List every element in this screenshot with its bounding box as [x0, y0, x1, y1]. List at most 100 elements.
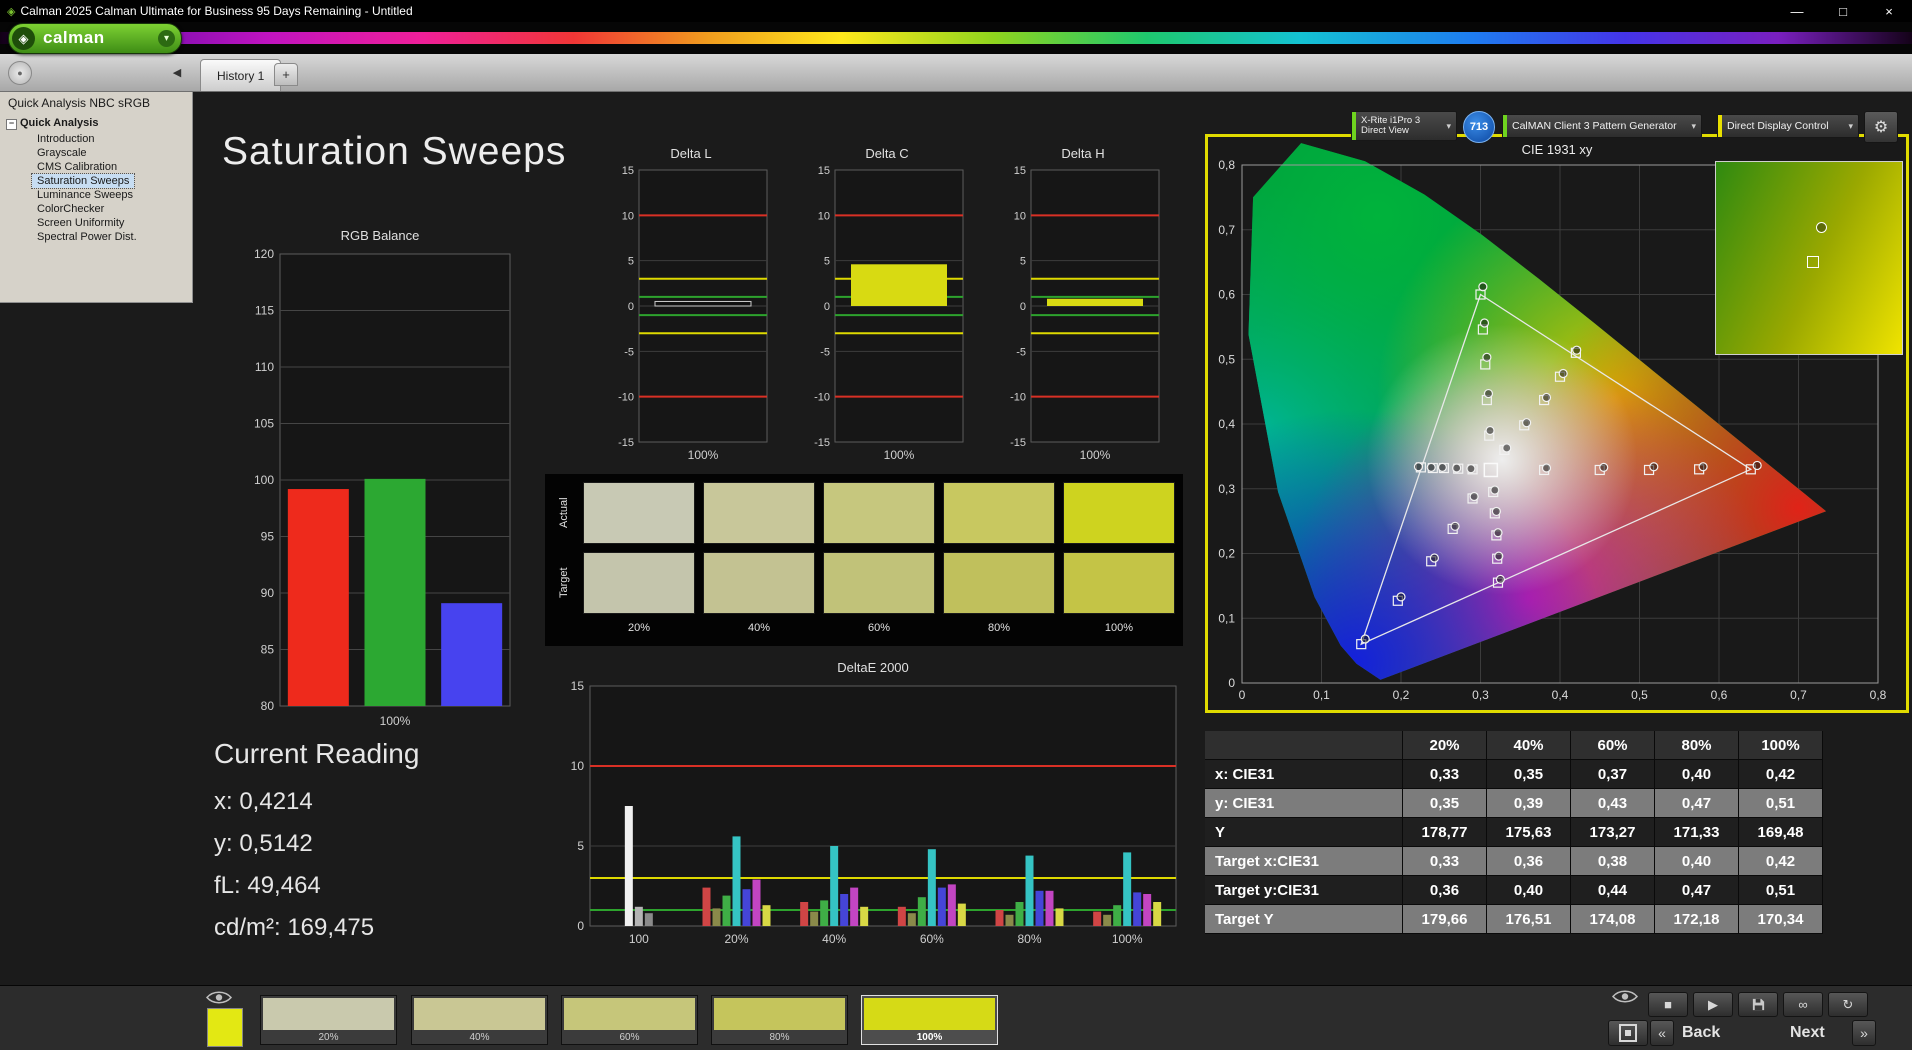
table-value-cell: 178,77	[1403, 818, 1487, 847]
table-value-cell: 0,33	[1403, 847, 1487, 876]
calman-menu-button[interactable]: ◈ calman ▾	[8, 23, 182, 54]
rainbow-gradient	[0, 32, 1912, 44]
pattern-preview-swatch[interactable]	[207, 1008, 243, 1047]
actual-swatch-2	[703, 482, 815, 544]
calman-wordmark: calman	[43, 27, 105, 47]
sidebar-item-colorchecker[interactable]: ColorChecker	[32, 202, 109, 216]
pattern-generator-button[interactable]: CalMAN Client 3 Pattern Generator ▾	[1502, 114, 1702, 138]
svg-text:5: 5	[577, 839, 584, 853]
pattern-window-button[interactable]	[1608, 1020, 1648, 1046]
tab-history-1[interactable]: History 1	[200, 59, 282, 91]
svg-text:0,8: 0,8	[1870, 688, 1887, 702]
table-value-cell: 0,44	[1571, 876, 1655, 905]
swatch-col-label: 40%	[747, 622, 771, 634]
sidebar-item-introduction[interactable]: Introduction	[32, 132, 99, 146]
svg-text:-10: -10	[814, 392, 830, 404]
back-button[interactable]: Back	[1682, 1024, 1720, 1042]
actual-swatch-3	[823, 482, 935, 544]
svg-text:40%: 40%	[822, 932, 846, 946]
svg-text:20%: 20%	[724, 932, 748, 946]
pattern-level-40pct[interactable]: 40%	[411, 995, 548, 1045]
svg-text:0: 0	[824, 301, 830, 313]
svg-text:-15: -15	[618, 437, 634, 449]
next-chevrons-button[interactable]: »	[1852, 1020, 1876, 1046]
pattern-status-stripe	[1503, 115, 1507, 137]
add-tab-button[interactable]: +	[274, 63, 298, 86]
table-value-cell: 169,48	[1739, 818, 1823, 847]
actual-swatch-5	[1063, 482, 1175, 544]
delta-l-title: Delta L	[670, 146, 712, 161]
sidebar-item-saturation-sweeps[interactable]: Saturation Sweeps	[30, 173, 136, 189]
tree-expander-icon[interactable]: −	[6, 119, 17, 130]
back-chevrons-button[interactable]: «	[1650, 1020, 1674, 1046]
swatch-col-label: 20%	[627, 622, 651, 634]
chevron-down-icon: ▾	[1446, 120, 1451, 131]
cie-inset-zoom	[1715, 161, 1903, 355]
next-button[interactable]: Next	[1790, 1024, 1825, 1042]
panel-pin-button[interactable]: ●	[8, 61, 32, 85]
close-button[interactable]: ×	[1866, 0, 1912, 22]
meter-button[interactable]: X-Rite i1Pro 3 Direct View ▾	[1351, 111, 1457, 141]
maximize-button[interactable]: □	[1820, 0, 1866, 22]
sidebar-item-screen-uniformity[interactable]: Screen Uniformity	[32, 216, 129, 230]
settings-gear-button[interactable]: ⚙	[1864, 111, 1898, 143]
logo-dropdown-icon[interactable]: ▾	[158, 30, 175, 47]
swatch-row-label-target: Target	[558, 567, 570, 599]
sidebar-item-cms-calibration[interactable]: CMS Calibration	[32, 160, 122, 174]
minimize-button[interactable]: —	[1774, 0, 1820, 22]
svg-text:-5: -5	[624, 346, 634, 358]
table-value-cell: 0,35	[1487, 760, 1571, 789]
tab-bar: ● ◀ History 1 + X-Rite i1Pro 3 Direct Vi…	[0, 54, 1912, 143]
svg-text:5: 5	[628, 256, 634, 268]
sidebar-root-quick-analysis[interactable]: − Quick Analysis	[0, 115, 192, 132]
app-icon: ◈	[7, 5, 16, 18]
rgb-balance-canvas: 80 85 90 95 100 105 110 115 120 100%	[254, 247, 511, 728]
table-header-cell: 60%	[1571, 731, 1655, 760]
level-swatch	[864, 998, 995, 1030]
sidebar-item-grayscale[interactable]: Grayscale	[32, 146, 92, 160]
svg-text:100%: 100%	[1112, 932, 1143, 946]
pattern-level-80pct[interactable]: 80%	[711, 995, 848, 1045]
table-value-cell: 0,51	[1739, 789, 1823, 818]
svg-text:0,6: 0,6	[1218, 288, 1235, 302]
svg-text:0: 0	[577, 919, 584, 933]
refresh-button[interactable]: ↻	[1828, 992, 1868, 1017]
eye-icon[interactable]	[1612, 989, 1638, 1004]
pattern-level-20pct[interactable]: 20%	[260, 995, 397, 1045]
chevrons-right-icon: »	[1860, 1025, 1868, 1041]
eye-icon[interactable]	[206, 990, 232, 1005]
play-button[interactable]: ▶	[1693, 992, 1733, 1017]
svg-text:-5: -5	[820, 346, 830, 358]
deltae-2000-chart: DeltaE 2000 0 5 10 15 100 20% 40% 60% 80% 100%	[560, 660, 1186, 955]
rgb-balance-title: RGB Balance	[340, 228, 420, 243]
delta-c-title: Delta C	[865, 146, 909, 161]
table-row-label: Target Y	[1205, 905, 1403, 934]
inset-target-point	[1807, 256, 1820, 269]
table-value-cell: 0,33	[1403, 760, 1487, 789]
meter-count-badge[interactable]: 713	[1463, 111, 1495, 143]
chevrons-left-icon: «	[1658, 1025, 1666, 1041]
svg-text:10: 10	[622, 210, 634, 222]
pattern-level-60pct[interactable]: 60%	[561, 995, 698, 1045]
table-value-cell: 0,39	[1487, 789, 1571, 818]
table-header-cell: 40%	[1487, 731, 1571, 760]
sidebar-collapse-icon[interactable]: ◀	[168, 63, 186, 81]
svg-text:105: 105	[254, 417, 274, 431]
level-label: 80%	[769, 1032, 790, 1043]
table-value-cell: 0,40	[1655, 847, 1739, 876]
link-button[interactable]: ∞	[1783, 992, 1823, 1017]
pattern-level-100pct[interactable]: 100%	[861, 995, 998, 1045]
sidebar-item-luminance-sweeps[interactable]: Luminance Sweeps	[32, 188, 138, 202]
svg-text:10: 10	[1014, 210, 1026, 222]
deltae-canvas: 0 5 10 15 100 20% 40% 60% 80% 100%	[571, 679, 1177, 946]
sidebar-item-spectral-power-dist[interactable]: Spectral Power Dist.	[32, 230, 142, 244]
svg-text:85: 85	[261, 643, 275, 657]
display-control-button[interactable]: Direct Display Control ▾	[1717, 114, 1859, 138]
window-controls: — □ ×	[1774, 0, 1912, 22]
svg-text:15: 15	[622, 165, 634, 177]
save-button[interactable]	[1738, 992, 1778, 1017]
svg-text:CIE 1931 xy: CIE 1931 xy	[1522, 142, 1593, 157]
stop-button[interactable]: ■	[1648, 992, 1688, 1017]
infinity-icon: ∞	[1798, 997, 1808, 1012]
svg-text:15: 15	[1014, 165, 1026, 177]
